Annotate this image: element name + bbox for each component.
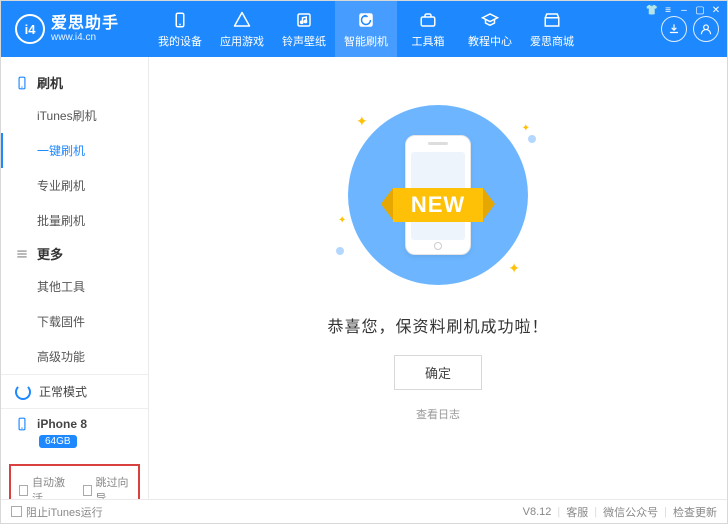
sparkle-icon: ✦ — [522, 123, 530, 134]
store-icon — [542, 10, 562, 30]
statusbar: 阻止iTunes运行 V8.12 | 客服 | 微信公众号 | 检查更新 — [1, 499, 727, 523]
sidebar-item-download-firmware[interactable]: 下载固件 — [1, 304, 148, 339]
flash-options: 自动激活 跳过向导 — [9, 464, 140, 499]
success-illustration: ✦ ✦ ✦ ✦ NEW — [328, 95, 548, 295]
brand-url: www.i4.cn — [51, 32, 119, 43]
school-icon — [480, 10, 500, 30]
sidebar-item-itunes-flash[interactable]: iTunes刷机 — [1, 98, 148, 133]
wechat-link[interactable]: 微信公众号 — [603, 504, 658, 520]
phone-icon — [15, 76, 29, 90]
nav-label: 铃声壁纸 — [282, 33, 326, 49]
device-storage-badge: 64GB — [39, 435, 77, 448]
checkbox-block-itunes[interactable]: 阻止iTunes运行 — [11, 504, 103, 520]
nav-label: 工具箱 — [412, 33, 445, 49]
device-info[interactable]: iPhone 8 64GB — [1, 408, 148, 456]
view-log-link[interactable]: 查看日志 — [416, 406, 460, 422]
checkbox-icon — [19, 485, 28, 496]
sparkle-icon: ✦ — [338, 215, 346, 226]
success-message: 恭喜您，保资料刷机成功啦！ — [327, 313, 548, 337]
device-name: iPhone 8 — [37, 417, 87, 431]
sidebar-group-title: 刷机 — [37, 73, 63, 92]
sidebar-item-pro-flash[interactable]: 专业刷机 — [1, 168, 148, 203]
sidebar-item-advanced[interactable]: 高级功能 — [1, 339, 148, 374]
version-label: V8.12 — [523, 506, 552, 518]
phone-icon — [15, 417, 29, 431]
checkbox-label: 跳过向导 — [96, 474, 130, 499]
maximize-button[interactable]: ▢ — [693, 3, 707, 17]
check-update-link[interactable]: 检查更新 — [673, 504, 717, 520]
checkbox-label: 阻止iTunes运行 — [26, 504, 103, 520]
sidebar-item-other-tools[interactable]: 其他工具 — [1, 269, 148, 304]
nav-label: 爱思商城 — [530, 33, 574, 49]
sidebar-item-oneclick-flash[interactable]: 一键刷机 — [1, 133, 148, 168]
device-icon — [170, 10, 190, 30]
nav-store[interactable]: 爱思商城 — [521, 1, 583, 57]
checkbox-icon — [11, 506, 22, 517]
sidebar-item-batch-flash[interactable]: 批量刷机 — [1, 203, 148, 238]
device-mode-label: 正常模式 — [39, 383, 87, 400]
minimize-button[interactable]: – — [677, 3, 691, 17]
nav-toolbox[interactable]: 工具箱 — [397, 1, 459, 57]
logo: i4 爱思助手 www.i4.cn — [1, 14, 149, 44]
nav-apps[interactable]: 应用游戏 — [211, 1, 273, 57]
dot-icon — [528, 135, 536, 143]
dot-icon — [336, 247, 344, 255]
support-link[interactable]: 客服 — [566, 504, 588, 520]
nav-label: 智能刷机 — [344, 33, 388, 49]
new-ribbon: NEW — [393, 188, 483, 222]
refresh-icon — [15, 384, 31, 400]
close-button[interactable]: ✕ — [709, 3, 723, 17]
logo-badge-icon: i4 — [15, 14, 45, 44]
nav-my-device[interactable]: 我的设备 — [149, 1, 211, 57]
nav-label: 应用游戏 — [220, 33, 264, 49]
user-button[interactable] — [693, 16, 719, 42]
checkbox-label: 自动激活 — [32, 474, 66, 499]
download-button[interactable] — [661, 16, 687, 42]
brand-name: 爱思助手 — [51, 15, 119, 33]
nav-ringtones[interactable]: 铃声壁纸 — [273, 1, 335, 57]
nav-label: 我的设备 — [158, 33, 202, 49]
nav-tutorials[interactable]: 教程中心 — [459, 1, 521, 57]
shirt-icon[interactable]: 👕 — [645, 3, 659, 17]
titlebar: 👕 ≡ – ▢ ✕ i4 爱思助手 www.i4.cn 我的设备 应用游戏 铃声… — [1, 1, 727, 57]
sidebar: 刷机 iTunes刷机 一键刷机 专业刷机 批量刷机 更多 其他工具 下载固件 … — [1, 57, 149, 499]
menu-icon[interactable]: ≡ — [661, 3, 675, 17]
sidebar-group-title: 更多 — [37, 244, 63, 263]
sidebar-group-flash[interactable]: 刷机 — [1, 67, 148, 98]
checkbox-auto-activate[interactable]: 自动激活 — [19, 474, 67, 499]
apps-icon — [232, 10, 252, 30]
menu-icon — [15, 247, 29, 261]
nav-label: 教程中心 — [468, 33, 512, 49]
checkbox-icon — [83, 485, 92, 496]
music-icon — [294, 10, 314, 30]
sparkle-icon: ✦ — [356, 113, 368, 130]
main-panel: ✦ ✦ ✦ ✦ NEW 恭喜您，保资料刷机成功啦！ 确定 查看日志 — [149, 57, 727, 499]
nav-flash[interactable]: 智能刷机 — [335, 1, 397, 57]
top-nav: 我的设备 应用游戏 铃声壁纸 智能刷机 工具箱 教程中心 爱思商城 — [149, 1, 583, 57]
sidebar-group-more[interactable]: 更多 — [1, 238, 148, 269]
device-mode[interactable]: 正常模式 — [1, 374, 148, 408]
ok-button[interactable]: 确定 — [394, 355, 482, 390]
toolbox-icon — [418, 10, 438, 30]
flash-icon — [356, 10, 376, 30]
sparkle-icon: ✦ — [508, 260, 520, 277]
checkbox-skip-guide[interactable]: 跳过向导 — [83, 474, 131, 499]
